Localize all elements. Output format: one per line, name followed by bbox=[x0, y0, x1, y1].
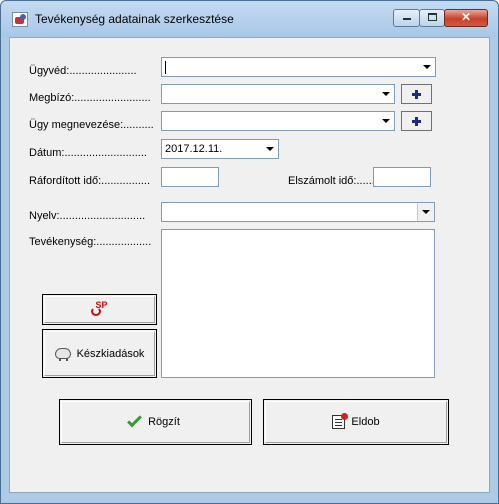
chevron-down-icon[interactable] bbox=[377, 112, 394, 130]
checkmark-icon bbox=[127, 412, 143, 428]
tevekenyseg-textarea[interactable] bbox=[161, 229, 435, 378]
plus-icon bbox=[412, 116, 421, 126]
datum-label: Dátum:........................... bbox=[29, 147, 147, 159]
chevron-down-icon[interactable] bbox=[418, 58, 435, 76]
megbizo-combobox[interactable] bbox=[161, 84, 395, 104]
nyelv-combobox[interactable] bbox=[161, 202, 435, 222]
dialog-window: Tevékenység adatainak szerkesztése ✕ Ügy… bbox=[0, 0, 499, 504]
chevron-down-icon[interactable] bbox=[417, 203, 434, 221]
eldob-button[interactable]: Eldob bbox=[263, 399, 449, 445]
maximize-button[interactable] bbox=[419, 9, 445, 27]
megbizo-label: Megbízó:......................... bbox=[29, 92, 151, 104]
close-button[interactable]: ✕ bbox=[444, 9, 488, 27]
add-case-button[interactable] bbox=[401, 111, 432, 131]
title-bar[interactable]: Tevékenység adatainak szerkesztése ✕ bbox=[1, 1, 498, 37]
app-icon bbox=[12, 12, 28, 27]
form-area: Ügyvéd:...................... Megbízó:..… bbox=[9, 37, 490, 493]
minimize-icon bbox=[402, 18, 411, 20]
plus-icon bbox=[412, 89, 421, 99]
date-picker[interactable]: 2017.12.11. bbox=[161, 139, 279, 159]
rogzit-button[interactable]: Rögzít bbox=[59, 399, 252, 445]
ugyved-label: Ügyvéd:...................... bbox=[29, 65, 137, 77]
tevekenyseg-label: Tevékenység:.................. bbox=[29, 236, 152, 248]
discard-icon bbox=[332, 413, 349, 429]
eldob-label: Eldob bbox=[351, 416, 380, 428]
sp-button[interactable]: SP bbox=[42, 294, 157, 325]
chevron-down-icon[interactable] bbox=[261, 140, 278, 158]
chevron-down-icon[interactable] bbox=[377, 85, 394, 103]
keszkiadasok-label: Készkiadások bbox=[76, 347, 145, 360]
ugyved-combobox[interactable] bbox=[161, 57, 436, 77]
maximize-icon bbox=[427, 13, 437, 21]
elszamolt-label: Elszámolt idő:...... bbox=[288, 175, 375, 187]
elszamolt-ido-input[interactable] bbox=[373, 167, 431, 187]
date-value: 2017.12.11. bbox=[165, 143, 223, 155]
text-caret bbox=[165, 61, 166, 74]
raforditott-label: Ráfordított idő:................ bbox=[29, 175, 151, 187]
nyelv-label: Nyelv:............................ bbox=[29, 210, 146, 222]
piggy-bank-icon bbox=[54, 348, 71, 361]
add-client-button[interactable] bbox=[401, 84, 432, 104]
rogzit-label: Rögzít bbox=[148, 416, 180, 428]
raforditott-ido-input[interactable] bbox=[161, 167, 219, 187]
sp-icon: SP bbox=[90, 300, 110, 318]
minimize-button[interactable] bbox=[393, 9, 420, 27]
close-icon: ✕ bbox=[460, 10, 472, 24]
keszkiadasok-button[interactable]: Készkiadások bbox=[42, 329, 157, 378]
window-title: Tevékenység adatainak szerkesztése bbox=[35, 12, 234, 26]
ugy-label: Ügy megnevezése:.......... bbox=[29, 119, 154, 131]
ugy-combobox[interactable] bbox=[161, 111, 395, 131]
